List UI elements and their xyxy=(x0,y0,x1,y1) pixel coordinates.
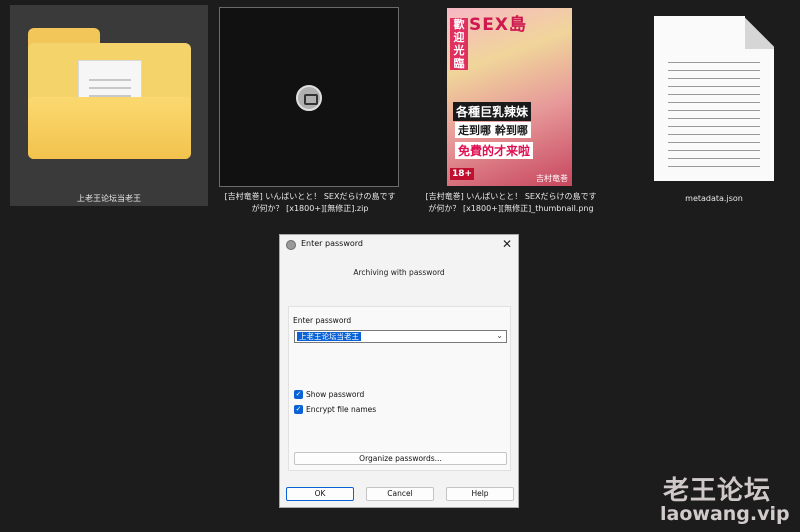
image-thumbnail: SEX島 歡迎光臨 各種巨乳辣妹 走到哪 幹到哪 免費的才来啦 18+ 吉村竜巻 xyxy=(447,8,572,186)
password-dialog: Enter password ✕ Archiving with password… xyxy=(279,234,519,508)
file-name: metadata.json xyxy=(685,194,743,203)
password-group: Enter password 上老王论坛当老王 ⌄ ✓ Show passwor… xyxy=(288,306,511,471)
dialog-titlebar[interactable]: Enter password ✕ xyxy=(280,235,518,255)
cancel-button[interactable]: Cancel xyxy=(366,487,434,501)
zip-preview xyxy=(219,7,399,187)
file-tile-json[interactable]: metadata.json xyxy=(621,5,800,206)
chevron-down-icon[interactable]: ⌄ xyxy=(496,331,503,340)
checkmark-icon: ✓ xyxy=(294,390,303,399)
close-icon[interactable]: ✕ xyxy=(502,237,512,251)
ok-button[interactable]: OK xyxy=(286,487,354,501)
password-value: 上老王论坛当老王 xyxy=(297,332,361,341)
dialog-subtitle: Archiving with password xyxy=(353,268,445,277)
watermark-url: laowang.vip xyxy=(660,503,790,525)
password-input[interactable]: 上老王论坛当老王 ⌄ xyxy=(294,330,507,343)
file-tile-folder[interactable]: 上老王论坛当老王 xyxy=(10,5,208,206)
watermark-title: 老王论坛 xyxy=(663,476,772,506)
checkmark-icon: ✓ xyxy=(294,405,303,414)
file-tile-thumbnail[interactable]: SEX島 歡迎光臨 各種巨乳辣妹 走到哪 幹到哪 免費的才来啦 18+ 吉村竜巻… xyxy=(418,5,604,213)
file-tile-zip[interactable]: [吉村竜巻] いんばいとと！ SEXだらけの島です が何か？ [x1800+][… xyxy=(217,5,403,213)
organize-passwords-button[interactable]: Organize passwords... xyxy=(294,452,507,465)
file-name: [吉村竜巻] いんぱいとと！ SEXだらけの島です が何か？ [x1800+][… xyxy=(425,192,597,213)
page-corner xyxy=(745,16,774,49)
app-icon xyxy=(286,240,296,250)
password-label: Enter password xyxy=(293,316,352,325)
help-button[interactable]: Help xyxy=(446,487,514,501)
file-name: [吉村竜巻] いんばいとと！ SEXだらけの島です が何か？ [x1800+][… xyxy=(224,192,396,213)
zip-icon xyxy=(296,85,322,111)
file-name: 上老王论坛当老王 xyxy=(77,194,141,203)
dialog-title: Enter password xyxy=(301,239,363,248)
